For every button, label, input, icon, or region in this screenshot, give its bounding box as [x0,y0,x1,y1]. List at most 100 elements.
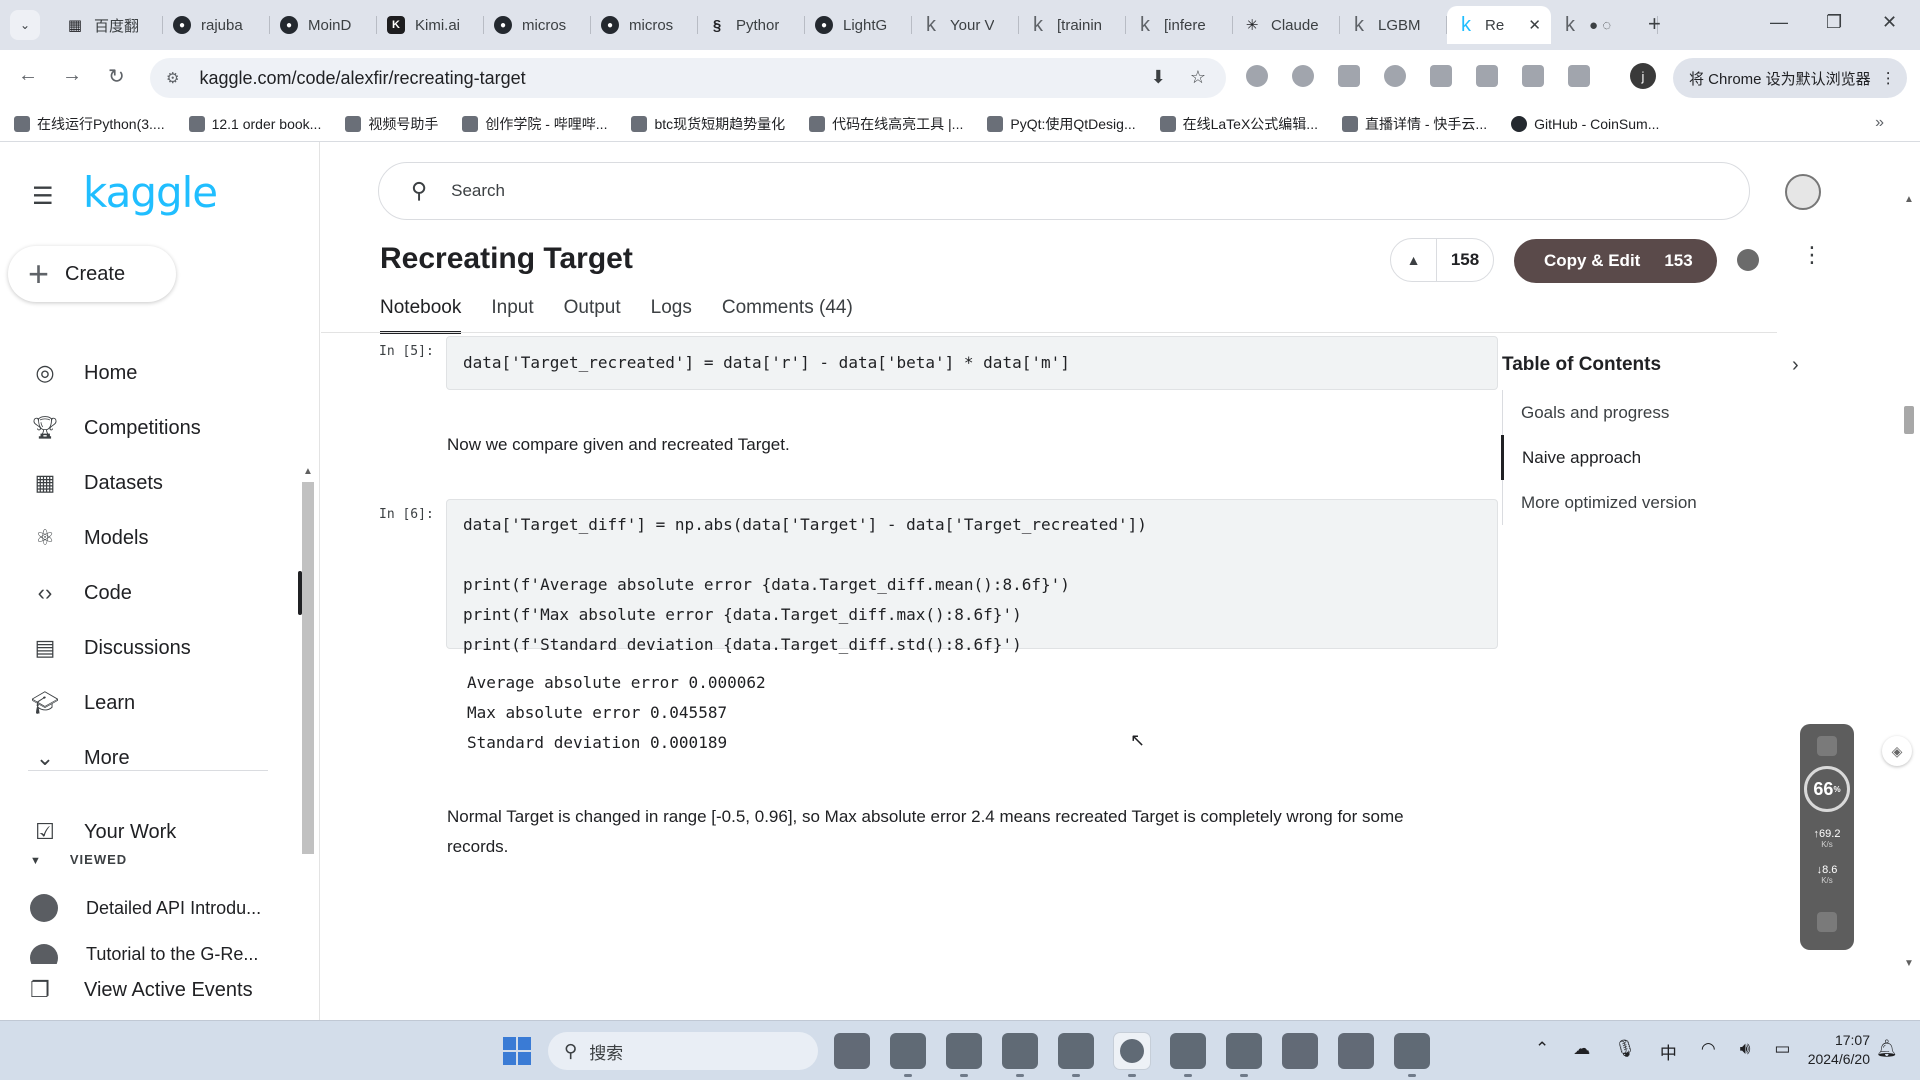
edge-icon[interactable] [890,1033,926,1077]
app-icon[interactable] [1394,1033,1430,1077]
cloud-icon[interactable]: ☁ [1573,1039,1590,1064]
page-scrollbar[interactable]: ▲ ▼ [1901,194,1917,972]
scroll-down-arrow-icon[interactable]: ▼ [1904,958,1914,969]
system-clock[interactable]: 17:07 2024/6/20 [1794,1031,1870,1069]
back-button[interactable]: ← [18,64,38,87]
upvote-arrow-icon[interactable]: ▲ [1391,239,1437,281]
chevron-up-icon[interactable]: ⌃ [1535,1039,1549,1064]
install-app-icon[interactable]: ⬇ [1151,67,1166,88]
close-tab-icon[interactable]: ✕ [1528,16,1541,34]
upvote-button[interactable]: ▲ 158 [1390,238,1494,282]
toc-item[interactable]: More optimized version [1503,480,1792,525]
viewed-item[interactable]: Detailed API Introdu... [30,894,280,922]
nav-home[interactable]: ◎ Home [0,347,300,399]
extension-icon[interactable] [1430,65,1452,87]
camera-icon[interactable] [1817,912,1837,932]
restore-button[interactable]: ❐ [1826,12,1842,33]
minimize-button[interactable]: — [1770,12,1788,33]
bookmark-item[interactable]: 在线LaTeX公式编辑... [1159,114,1318,134]
browser-tab[interactable]: ▦ 百度翻 [56,6,163,44]
wifi-icon[interactable]: ◠ [1701,1039,1716,1064]
bookmark-item[interactable]: 在线运行Python(3.... [14,114,165,134]
viewed-section-header[interactable]: ▼ VIEWED [30,852,127,867]
code-cell[interactable]: data['Target_recreated'] = data['r'] - d… [446,336,1498,390]
site-info-icon[interactable]: ⚙ [166,69,179,87]
photos-icon[interactable] [1002,1033,1038,1077]
browser-tab[interactable]: ✳ Claude [1233,6,1340,44]
battery-icon[interactable]: ▭ [1774,1039,1790,1064]
view-active-events-button[interactable]: ❐ View Active Events [30,968,300,1012]
terminal-icon[interactable] [1282,1033,1318,1069]
reload-button[interactable]: ↻ [108,64,125,89]
bookmark-item[interactable]: 创作学院 - 哔哩哔... [462,114,607,134]
tab-comments[interactable]: Comments (44) [722,297,853,334]
tab-logs[interactable]: Logs [651,297,692,334]
tab-input[interactable]: Input [491,297,533,334]
tab-notebook[interactable]: Notebook [380,297,462,334]
side-panel-toggle-icon[interactable]: ◈ [1882,736,1912,766]
app-icon[interactable] [1058,1033,1094,1077]
extension-icon[interactable] [1246,65,1268,87]
more-bookmarks-icon[interactable]: » [1875,114,1884,132]
bookmark-item[interactable]: 代码在线高亮工具 |... [809,114,963,134]
notification-bell-icon[interactable]: 🔔︎ [1876,1039,1898,1059]
viewed-item[interactable]: Tutorial to the G-Re... [30,944,280,964]
app-icon[interactable] [1338,1033,1374,1069]
bookmark-item[interactable]: 视频号助手 [345,114,438,134]
tab-output[interactable]: Output [564,297,621,334]
puzzle-icon[interactable] [1568,65,1590,87]
browser-tab[interactable]: ● LightG [805,6,912,44]
browser-tab[interactable]: k [trainin [1019,6,1126,44]
copy-and-edit-button[interactable]: Copy & Edit 153 [1514,239,1717,283]
toc-item[interactable]: Goals and progress [1503,390,1792,435]
more-options-icon[interactable]: ⋮ [1801,244,1823,266]
bookmark-item[interactable]: GitHub - CoinSum... [1511,115,1659,132]
volume-icon[interactable]: 🔊︎ [1740,1039,1751,1064]
windows-start-icon[interactable] [503,1037,531,1065]
nav-discussions[interactable]: ▤ Discussions [0,622,300,674]
pen-extension-icon[interactable] [1338,65,1360,87]
network-monitor-widget[interactable]: 66% ↑69.2 K/s ↓8.6 K/s [1800,724,1854,950]
wechat-icon[interactable] [946,1033,982,1077]
browser-tab[interactable]: ● MoinD [270,6,377,44]
extension-icon[interactable] [1476,65,1498,87]
scrollbar-thumb[interactable] [1904,406,1914,434]
nav-competitions[interactable]: 🏆︎ Competitions [0,402,300,454]
menu-icon[interactable]: ☰ [32,182,54,211]
browser-tab[interactable]: k LGBM [1340,6,1447,44]
sidebar-scrollbar[interactable]: ▲ ▼ [300,462,316,1080]
extension-icon[interactable] [1292,65,1314,87]
nav-models[interactable]: ⚛ Models [0,512,300,564]
code-cell[interactable]: data['Target_diff'] = np.abs(data['Targe… [446,499,1498,654]
kaggle-logo[interactable]: kaggle [83,168,218,217]
nav-code[interactable]: ‹› Code [0,567,302,619]
new-tab-button[interactable]: + [1648,12,1661,36]
url-text[interactable]: kaggle.com/code/alexfir/recreating-targe… [199,68,525,89]
toc-item-active[interactable]: Naive approach [1501,435,1792,480]
browser-tab-active[interactable]: k Re ✕ [1447,6,1551,44]
browser-tab-loading[interactable]: k ● ◌ [1551,6,1658,44]
address-bar[interactable]: ⚙ kaggle.com/code/alexfir/recreating-tar… [150,58,1226,98]
nav-more[interactable]: ⌄ More [0,732,300,784]
nav-datasets[interactable]: ▦ Datasets [0,457,300,509]
scroll-up-arrow-icon[interactable]: ▲ [303,466,313,477]
bookmark-item[interactable]: btc现货短期趋势量化 [631,114,785,134]
scroll-up-arrow-icon[interactable]: ▲ [1904,194,1914,205]
forward-button[interactable]: → [62,64,82,87]
browser-tab[interactable]: ● micros [591,6,698,44]
extension-icon[interactable] [1522,65,1544,87]
terminal-icon[interactable] [1226,1033,1262,1077]
task-view-icon[interactable] [834,1033,870,1069]
taskbar-search[interactable]: ⚲ 搜索 [548,1032,818,1070]
profile-avatar[interactable]: j [1630,63,1656,89]
ime-indicator[interactable]: 中 [1660,1039,1677,1064]
nav-your-work[interactable]: ☑ Your Work [0,806,300,858]
chevron-right-icon[interactable]: › [1792,354,1799,377]
browser-tab[interactable]: k [infere [1126,6,1233,44]
bookmark-item[interactable]: PyQt:使用QtDesig... [987,114,1136,134]
close-window-button[interactable]: ✕ [1882,12,1897,33]
browser-tab[interactable]: K Kimi.ai [377,6,484,44]
set-default-browser-button[interactable]: 将 Chrome 设为默认浏览器 ⋮ [1673,58,1907,98]
create-button[interactable]: + Create [8,246,176,302]
search-input[interactable]: ⚲ Search [378,162,1750,220]
